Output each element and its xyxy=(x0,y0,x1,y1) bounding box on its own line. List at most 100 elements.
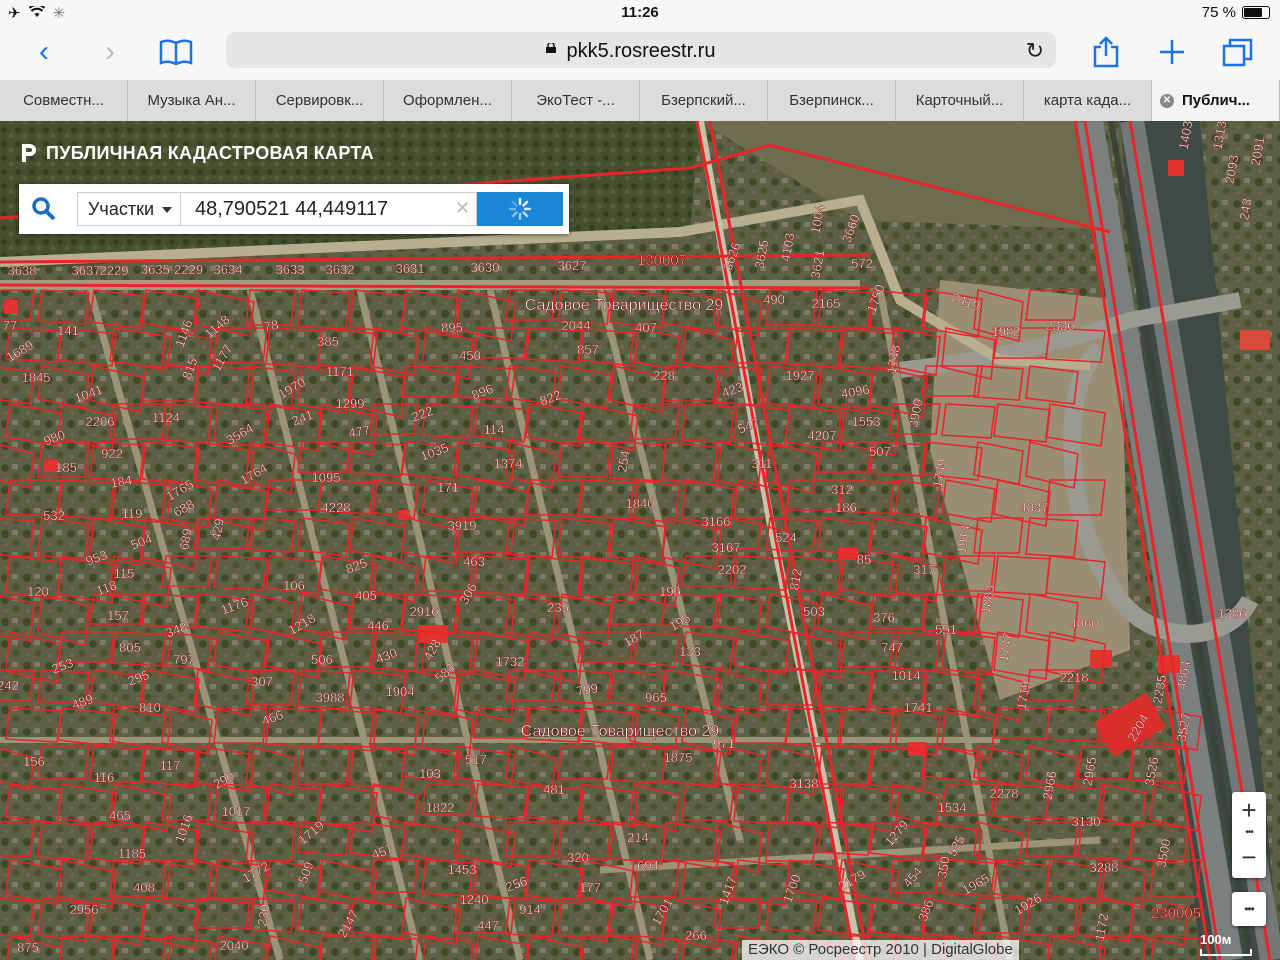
parcel-number[interactable]: 119 xyxy=(121,506,143,521)
parcel-number[interactable]: 2278 xyxy=(989,786,1019,801)
parcel-number[interactable]: 4228 xyxy=(321,500,351,515)
parcel-number[interactable]: 311 xyxy=(751,456,773,471)
parcel-number[interactable]: 1017 xyxy=(221,804,251,819)
parcel-number[interactable]: 1982 xyxy=(991,324,1021,339)
browser-tab-active[interactable]: ✕ Публич... xyxy=(1152,80,1280,121)
parcel-number[interactable]: 186 xyxy=(835,500,857,515)
parcel-number[interactable]: 1741 xyxy=(903,700,933,715)
parcel-number[interactable]: 747 xyxy=(881,640,903,655)
parcel-number[interactable]: 120 xyxy=(27,584,49,599)
forward-button[interactable]: › xyxy=(90,34,130,70)
parcel-number[interactable]: 481 xyxy=(543,782,565,797)
search-input[interactable] xyxy=(181,192,477,226)
parcel-number[interactable]: 2956 xyxy=(69,902,99,917)
search-icon[interactable] xyxy=(31,196,57,222)
parcel-number[interactable]: 1095 xyxy=(311,470,341,485)
parcel-number[interactable]: 85 xyxy=(857,552,872,567)
parcel-number[interactable]: 1185 xyxy=(118,846,146,861)
parcel-number[interactable]: 465 xyxy=(109,808,131,823)
parcel-number[interactable]: 2040 xyxy=(219,938,249,953)
map-canvas[interactable]: 3638 3637 2229 3635·2229 3634 3633 3632 3631 363… xyxy=(0,121,1280,960)
parcel-number[interactable]: 185 xyxy=(55,460,77,475)
parcel-number[interactable]: 4037 xyxy=(1019,500,1049,515)
parcel-number[interactable]: 507 xyxy=(869,444,891,459)
parcel-number[interactable]: 376 xyxy=(873,610,895,625)
parcel-number[interactable]: 317 xyxy=(913,562,935,577)
map-more-button[interactable]: ••• xyxy=(1232,892,1266,926)
parcel-number[interactable]: 1240 xyxy=(459,892,489,907)
parcel-number[interactable]: 116 xyxy=(93,770,115,785)
parcel-number[interactable]: 914 xyxy=(519,902,541,917)
parcel-number[interactable]: 1534 xyxy=(937,800,967,815)
parcel-number[interactable]: 133 xyxy=(679,644,701,659)
clear-icon[interactable]: ✕ xyxy=(455,198,470,219)
parcel-number[interactable]: 214 xyxy=(627,830,649,845)
parcel-number[interactable]: 78 xyxy=(263,317,280,335)
parcel-number[interactable]: 3634 xyxy=(213,262,243,277)
parcel-number[interactable]: 242 xyxy=(0,678,19,693)
back-button[interactable]: ‹ xyxy=(24,34,64,70)
zoom-in-button[interactable]: + xyxy=(1232,792,1266,828)
parcel-number[interactable]: 1845 xyxy=(21,370,51,385)
parcel-number[interactable]: 3627 xyxy=(557,258,587,273)
zoom-out-button[interactable]: − xyxy=(1232,840,1266,876)
parcel-number[interactable]: 3635·2229 xyxy=(141,262,204,277)
parcel-number[interactable]: 3167 xyxy=(711,540,741,555)
parcel-number[interactable]: 447 xyxy=(477,918,499,933)
parcel-number[interactable]: 405 xyxy=(355,588,377,603)
parcel-number[interactable]: 524 xyxy=(775,530,797,545)
parcel-number[interactable]: 3988 xyxy=(315,690,345,705)
parcel-number[interactable]: 2044 xyxy=(561,318,591,333)
parcel-number[interactable]: 266 xyxy=(685,928,707,943)
parcel-number[interactable]: 446 xyxy=(367,618,389,633)
parcel-number[interactable]: 2229 xyxy=(99,263,129,278)
parcel-number[interactable]: 1904 xyxy=(385,684,415,699)
parcel-number[interactable]: 235 xyxy=(547,600,569,615)
parcel-number[interactable]: 3919 xyxy=(447,518,477,533)
parcel-number[interactable]: 1822 xyxy=(425,800,455,815)
browser-tab[interactable]: ЭкоТест -... xyxy=(512,80,640,121)
parcel-number[interactable]: 228 xyxy=(653,368,675,383)
parcel-number[interactable]: 1875 xyxy=(663,750,693,765)
parcel-number[interactable]: 2336 xyxy=(1045,318,1075,333)
address-bar[interactable]: pkk5.rosreestr.ru ↻ xyxy=(226,32,1056,68)
parcel-number[interactable]: 115 xyxy=(113,566,135,581)
bookmarks-button[interactable] xyxy=(156,34,196,70)
new-tab-button[interactable] xyxy=(1152,34,1192,70)
parcel-number[interactable]: 490 xyxy=(763,292,785,307)
parcel-number[interactable]: 3138 xyxy=(789,776,819,791)
parcel-number[interactable]: 965 xyxy=(645,690,667,705)
parcel-number[interactable]: 517 xyxy=(465,752,487,767)
parcel-number[interactable]: 1386 xyxy=(1217,606,1247,621)
parcel-number[interactable]: 3631 xyxy=(395,261,425,276)
parcel-number[interactable]: 117 xyxy=(159,758,181,773)
parcel-number[interactable]: 3130 xyxy=(1071,814,1101,829)
search-button[interactable] xyxy=(477,192,563,226)
parcel-number[interactable]: 797 xyxy=(173,652,195,667)
parcel-number[interactable]: 572 xyxy=(851,256,873,271)
parcel-number[interactable]: 2206 xyxy=(85,414,115,429)
parcel-number[interactable]: 385 xyxy=(317,334,339,349)
parcel-number[interactable]: 106 xyxy=(283,578,305,593)
parcel-number[interactable]: 114 xyxy=(483,422,505,437)
browser-tab[interactable]: Оформлен... xyxy=(384,80,512,121)
search-type-select[interactable]: Участки xyxy=(77,192,181,226)
parcel-number[interactable]: 1927 xyxy=(785,368,815,383)
parcel-number[interactable]: 1374 xyxy=(493,456,523,471)
browser-tab[interactable]: Карточный... xyxy=(896,80,1024,121)
parcel-number[interactable]: 551 xyxy=(935,622,957,637)
parcel-number[interactable]: 857 xyxy=(577,342,599,357)
parcel-number[interactable]: 506 xyxy=(311,652,333,667)
parcel-number[interactable]: 3288 xyxy=(1089,860,1119,875)
parcel-number[interactable]: 312 xyxy=(831,482,853,497)
parcel-number[interactable]: 1014 xyxy=(891,668,921,683)
parcel-number[interactable]: 1732 xyxy=(495,654,525,669)
parcel-number[interactable]: 805 xyxy=(119,640,141,655)
share-button[interactable] xyxy=(1086,34,1126,70)
browser-tab[interactable]: карта када... xyxy=(1024,80,1152,121)
parcel-number[interactable]: 157 xyxy=(107,608,129,623)
tabs-overview-button[interactable] xyxy=(1218,34,1258,70)
browser-tab[interactable]: Музыка Ан... xyxy=(128,80,256,121)
parcel-number[interactable]: 320 xyxy=(567,850,589,865)
parcel-number[interactable]: 3638 xyxy=(7,263,37,278)
